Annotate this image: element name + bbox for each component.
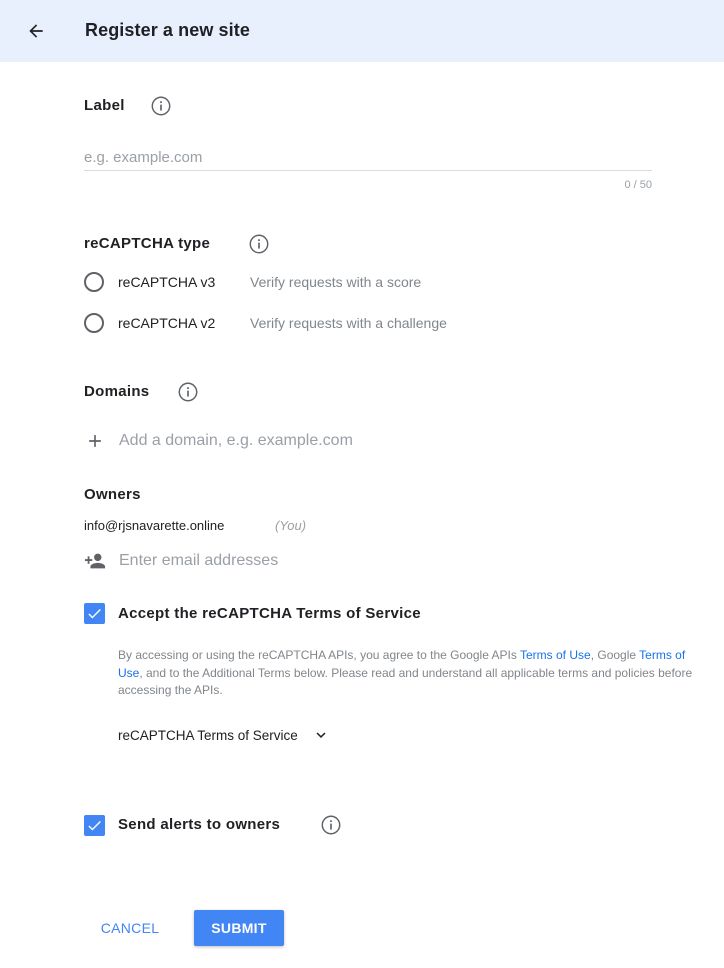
- domains-section-title: Domains: [84, 383, 150, 400]
- owner-email-input[interactable]: [119, 552, 519, 570]
- recaptcha-type-info-icon[interactable]: [248, 233, 270, 255]
- accept-terms-label: Accept the reCAPTCHA Terms of Service: [118, 605, 421, 622]
- arrow-back-icon: [29, 24, 43, 38]
- label-info-icon[interactable]: [150, 95, 172, 117]
- back-button[interactable]: [22, 17, 50, 45]
- radio-description: Verify requests with a score: [250, 274, 422, 290]
- label-char-count: 0 / 50: [624, 179, 652, 191]
- owner-email: info@rjsnavarette.online: [84, 518, 225, 533]
- add-domain-plus-icon[interactable]: [84, 430, 106, 452]
- page-title: Register a new site: [85, 20, 250, 40]
- send-alerts-info-icon[interactable]: [320, 814, 342, 836]
- owner-you-label: (You): [275, 518, 307, 533]
- radio-button[interactable]: [84, 272, 104, 292]
- chevron-down-icon: [316, 732, 326, 738]
- terms-text: , and to the Additional Terms below. Ple…: [118, 665, 693, 698]
- radio-label: reCAPTCHA v3: [118, 274, 216, 290]
- google-apis-terms-link[interactable]: Terms of Use: [520, 648, 591, 662]
- send-alerts-checkbox[interactable]: [84, 815, 105, 836]
- accept-terms-checkbox[interactable]: [84, 603, 105, 624]
- send-alerts-label: Send alerts to owners: [118, 816, 281, 833]
- radio-description: Verify requests with a challenge: [250, 315, 447, 331]
- terms-text: By accessing or using the reCAPTCHA APIs…: [118, 648, 520, 662]
- submit-button[interactable]: SUBMIT: [194, 910, 284, 946]
- checkmark-icon: [88, 608, 101, 619]
- radio-recaptcha-v3[interactable]: reCAPTCHA v3 Verify requests with a scor…: [84, 271, 421, 293]
- domains-info-icon[interactable]: [177, 381, 199, 403]
- terms-description: By accessing or using the reCAPTCHA APIs…: [118, 647, 698, 700]
- add-domain-row: [84, 429, 519, 453]
- person-add-icon[interactable]: [84, 550, 106, 572]
- page-header: Register a new site: [0, 0, 724, 62]
- radio-recaptcha-v2[interactable]: reCAPTCHA v2 Verify requests with a chal…: [84, 312, 447, 334]
- domain-input[interactable]: [119, 432, 519, 450]
- terms-text: , Google: [590, 648, 640, 662]
- owners-section-title: Owners: [84, 486, 141, 503]
- terms-dropdown-label: reCAPTCHA Terms of Service: [118, 727, 298, 743]
- checkmark-icon: [88, 820, 101, 831]
- terms-of-service-dropdown[interactable]: reCAPTCHA Terms of Service: [118, 725, 330, 745]
- radio-label: reCAPTCHA v2: [118, 315, 216, 331]
- recaptcha-type-section-title: reCAPTCHA type: [84, 235, 211, 252]
- cancel-button[interactable]: CANCEL: [94, 911, 166, 945]
- add-owner-row: [84, 549, 519, 573]
- label-section-title: Label: [84, 97, 125, 114]
- radio-button[interactable]: [84, 313, 104, 333]
- label-input[interactable]: [84, 145, 652, 171]
